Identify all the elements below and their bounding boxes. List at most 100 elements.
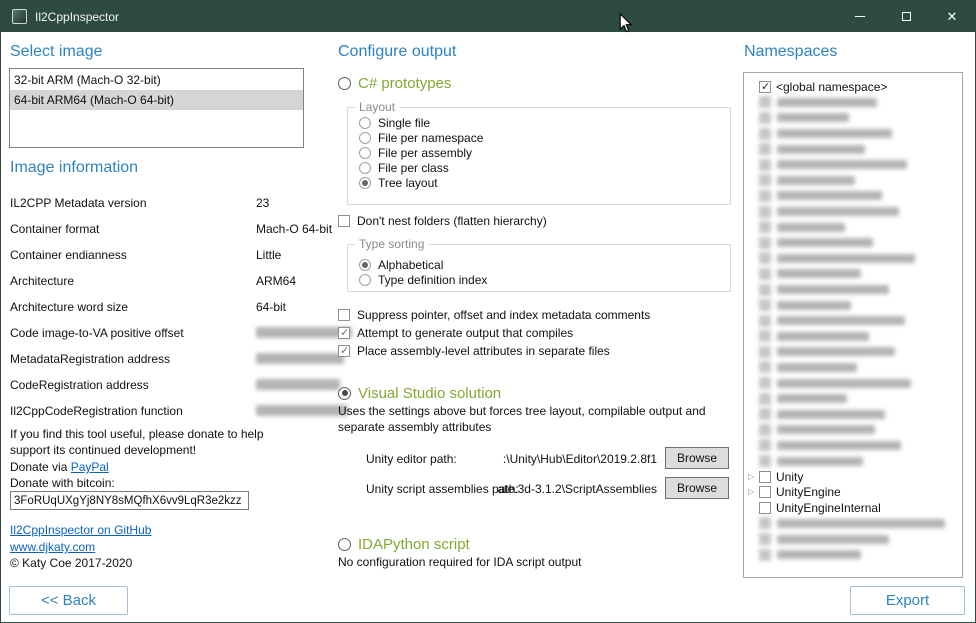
namespace-row[interactable] [748, 547, 958, 563]
namespace-row[interactable] [748, 188, 958, 204]
namespace-checkbox-icon[interactable] [759, 424, 771, 436]
radio-icon [359, 259, 371, 271]
namespace-checkbox-icon[interactable] [759, 377, 771, 389]
namespace-row[interactable] [748, 95, 958, 111]
namespace-row[interactable] [748, 235, 958, 251]
namespace-row[interactable] [748, 329, 958, 345]
sorting-option[interactable]: Alphabetical [359, 257, 730, 272]
image-list-item[interactable]: 32-bit ARM (Mach-O 32-bit) [10, 70, 303, 90]
minimize-button[interactable] [837, 1, 883, 32]
namespace-checkbox-icon[interactable] [759, 346, 771, 358]
namespace-checkbox-icon[interactable] [759, 439, 771, 451]
namespace-checkbox-icon[interactable] [759, 174, 771, 186]
image-list-item[interactable]: 64-bit ARM64 (Mach-O 64-bit) [10, 90, 303, 110]
namespace-row[interactable] [748, 266, 958, 282]
back-button[interactable]: << Back [9, 586, 128, 615]
namespace-row[interactable] [748, 422, 958, 438]
option-checkbox[interactable]: Attempt to generate output that compiles [338, 324, 650, 342]
namespace-row[interactable]: UnityEngineInternal [748, 500, 958, 516]
paypal-link[interactable]: PayPal [71, 460, 109, 474]
namespace-checkbox-icon[interactable] [759, 252, 771, 264]
image-listbox[interactable]: 32-bit ARM (Mach-O 32-bit) 64-bit ARM64 … [9, 68, 304, 148]
namespace-row[interactable] [748, 173, 958, 189]
layout-option[interactable]: File per class [359, 160, 730, 175]
flatten-hierarchy-checkbox[interactable]: Don't nest folders (flatten hierarchy) [338, 213, 547, 228]
namespace-checkbox-icon[interactable] [759, 549, 771, 561]
layout-option[interactable]: File per namespace [359, 130, 730, 145]
namespace-checkbox-icon[interactable] [759, 361, 771, 373]
layout-option[interactable]: Single file [359, 115, 730, 130]
radio-icon [359, 147, 371, 159]
namespace-checkbox-icon[interactable] [759, 96, 771, 108]
namespace-checkbox-icon[interactable] [759, 237, 771, 249]
visual-studio-solution-radio[interactable]: Visual Studio solution [338, 384, 501, 402]
export-button[interactable]: Export [850, 586, 965, 615]
title-bar[interactable]: Il2CppInspector ✕ [1, 1, 975, 32]
option-checkbox[interactable]: Place assembly-level attributes in separ… [338, 342, 650, 360]
namespace-checkbox-icon[interactable] [759, 143, 771, 155]
unity-scripts-browse-button[interactable]: Browse [665, 477, 729, 499]
unity-editor-browse-button[interactable]: Browse [665, 447, 729, 469]
bitcoin-address-input[interactable] [10, 491, 249, 510]
namespace-checkbox-icon[interactable] [759, 471, 771, 483]
namespace-checkbox-icon[interactable] [759, 206, 771, 218]
namespace-checkbox-icon[interactable] [759, 221, 771, 233]
namespace-checkbox-icon[interactable] [759, 517, 771, 529]
namespace-checkbox-icon[interactable] [759, 159, 771, 171]
namespace-tree[interactable]: <global namespace> [743, 72, 963, 578]
namespace-row[interactable] [748, 344, 958, 360]
csharp-prototypes-radio[interactable]: C# prototypes [338, 74, 451, 92]
namespace-checkbox-icon[interactable] [759, 299, 771, 311]
namespace-row[interactable] [748, 453, 958, 469]
maximize-button[interactable] [883, 1, 929, 32]
namespace-checkbox-icon[interactable] [759, 408, 771, 420]
namespace-row[interactable] [748, 251, 958, 267]
namespace-row[interactable] [748, 313, 958, 329]
namespace-checkbox-icon[interactable] [759, 486, 771, 498]
namespace-checkbox-icon[interactable] [759, 315, 771, 327]
namespace-row[interactable] [748, 438, 958, 454]
namespace-row[interactable]: <global namespace> [748, 79, 958, 95]
namespace-checkbox-icon[interactable] [759, 533, 771, 545]
flatten-hierarchy-label: Don't nest folders (flatten hierarchy) [357, 214, 547, 228]
namespace-checkbox-icon[interactable] [759, 455, 771, 467]
namespace-row[interactable] [748, 406, 958, 422]
layout-option[interactable]: Tree layout [359, 175, 730, 190]
namespace-row[interactable] [748, 391, 958, 407]
namespace-row[interactable] [748, 219, 958, 235]
redacted-namespace [777, 176, 855, 185]
namespace-checkbox-icon[interactable] [759, 393, 771, 405]
namespace-row[interactable] [748, 516, 958, 532]
namespace-checkbox-icon[interactable] [759, 330, 771, 342]
namespace-row[interactable] [748, 157, 958, 173]
namespace-row[interactable] [748, 141, 958, 157]
namespace-checkbox-icon[interactable] [759, 268, 771, 280]
close-button[interactable]: ✕ [929, 1, 975, 32]
sorting-option[interactable]: Type definition index [359, 272, 730, 287]
namespace-checkbox-icon[interactable] [759, 284, 771, 296]
namespace-checkbox-icon[interactable] [759, 128, 771, 140]
namespace-row[interactable] [748, 360, 958, 376]
namespace-row[interactable] [748, 531, 958, 547]
namespace-row[interactable]: Unity [748, 469, 958, 485]
namespace-row[interactable]: UnityEngine [748, 484, 958, 500]
namespace-row[interactable] [748, 282, 958, 298]
configure-output-panel: Configure output C# prototypes Layout Si… [337, 32, 731, 622]
namespace-row[interactable] [748, 204, 958, 220]
namespace-row[interactable] [748, 297, 958, 313]
namespace-checkbox-icon[interactable] [759, 190, 771, 202]
option-checkbox[interactable]: Suppress pointer, offset and index metad… [338, 306, 650, 324]
expander-icon[interactable] [748, 473, 759, 481]
namespace-checkbox-icon[interactable] [759, 81, 771, 93]
namespace-row[interactable] [748, 110, 958, 126]
website-link[interactable]: www.djkaty.com [10, 540, 95, 554]
layout-option[interactable]: File per assembly [359, 145, 730, 160]
namespace-row[interactable] [748, 375, 958, 391]
github-link[interactable]: Il2CppInspector on GitHub [10, 523, 151, 537]
window-title: Il2CppInspector [35, 10, 119, 24]
namespace-checkbox-icon[interactable] [759, 112, 771, 124]
expander-icon[interactable] [748, 488, 759, 496]
idapython-script-radio[interactable]: IDAPython script [338, 535, 470, 553]
namespace-checkbox-icon[interactable] [759, 502, 771, 514]
namespace-row[interactable] [748, 126, 958, 142]
